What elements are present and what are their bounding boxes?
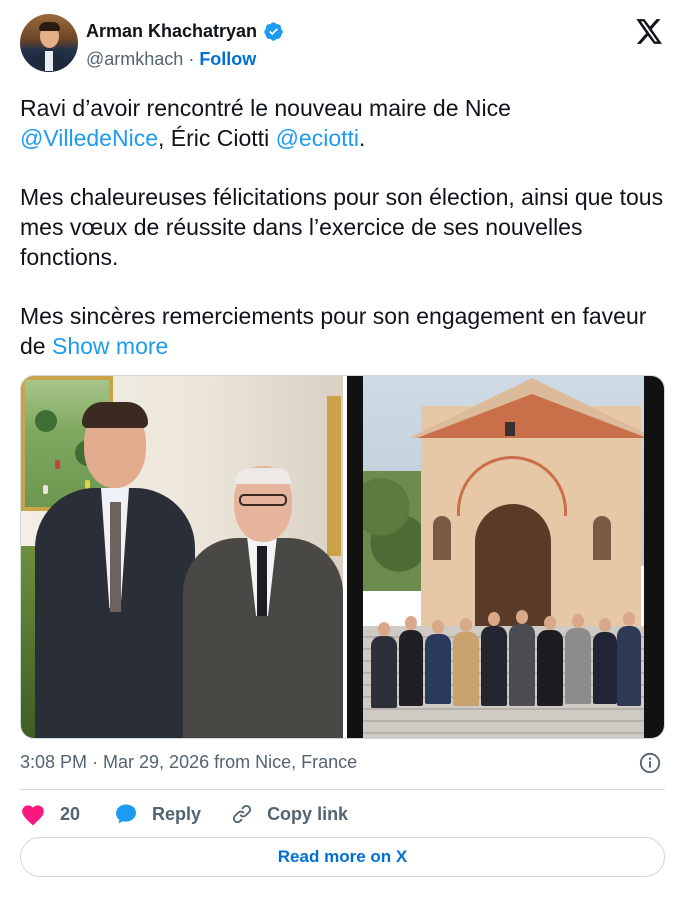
photo-border-left	[347, 376, 363, 738]
avatar-shirt	[45, 51, 53, 71]
group-of-people	[363, 586, 644, 716]
author-name[interactable]: Arman Khachatryan	[86, 21, 257, 42]
chapel-window-right	[593, 516, 611, 560]
mention-eciotti[interactable]: @eciotti	[276, 125, 359, 151]
copy-link-button[interactable]: Copy link	[231, 803, 348, 825]
avatar-hair	[39, 22, 60, 31]
verified-badge-icon	[264, 22, 283, 41]
tweet-text-mid: , Éric Ciotti	[158, 125, 276, 151]
info-icon[interactable]	[639, 752, 661, 774]
chapel-window-left	[433, 516, 451, 560]
tweet-paragraph-2: Mes chaleureuses félicitations pour son …	[20, 184, 664, 270]
tweet-timestamp[interactable]: 3:08 PM · Mar 29, 2026 from Nice, France	[20, 752, 357, 773]
photo-meeting[interactable]	[21, 376, 343, 738]
tweet-paragraph-1: Ravi d’avoir rencontré le nouveau maire …	[20, 93, 665, 153]
like-count: 20	[60, 803, 81, 824]
person-right-tie	[257, 546, 267, 616]
wall-frame	[327, 396, 341, 556]
read-more-label: Read more on X	[277, 847, 408, 866]
reply-label: Reply	[152, 803, 202, 824]
person-left-tie	[110, 502, 121, 612]
author-name-row[interactable]: Arman Khachatryan	[86, 21, 284, 42]
trees	[363, 471, 423, 591]
link-icon	[233, 804, 252, 824]
person-left-hair	[82, 402, 148, 428]
show-more-link[interactable]: Show more	[52, 333, 168, 359]
tweet-paragraph-3: Mes sincères remerciements pour son enga…	[20, 301, 665, 361]
author-handle[interactable]: @armkhach	[86, 49, 183, 70]
cross-icon	[505, 422, 515, 436]
mention-villedenice[interactable]: @VilledeNice	[20, 125, 158, 151]
reply-bubble-icon	[116, 804, 137, 824]
copy-link-label: Copy link	[267, 803, 349, 824]
photo-chapel-group[interactable]	[347, 376, 664, 738]
action-bar: 20 Reply Copy link	[20, 801, 348, 827]
divider-line	[20, 789, 665, 790]
separator-dot: ·	[188, 49, 195, 69]
follow-button[interactable]: Follow	[199, 49, 256, 70]
tweet-text: Ravi d’avoir rencontré le nouveau maire …	[20, 93, 665, 361]
avatar[interactable]	[20, 14, 78, 72]
reply-button[interactable]: Reply	[114, 802, 201, 826]
heart-icon	[22, 805, 44, 826]
tweet-text-line1: Ravi d’avoir rencontré le nouveau maire …	[20, 95, 511, 121]
tweet-embed-card: Arman Khachatryan @armkhach · Follow Rav…	[0, 0, 685, 897]
read-more-button[interactable]: Read more on X	[20, 837, 665, 877]
x-logo-icon[interactable]	[636, 19, 663, 44]
photo-border-right	[644, 376, 664, 738]
like-button[interactable]: 20	[20, 802, 80, 826]
person-right-glasses	[239, 494, 287, 506]
author-handle-row: @armkhach · Follow	[86, 49, 256, 70]
media-gallery	[20, 375, 665, 739]
person-right-hair	[235, 468, 291, 484]
tweet-text-end: .	[359, 125, 366, 151]
